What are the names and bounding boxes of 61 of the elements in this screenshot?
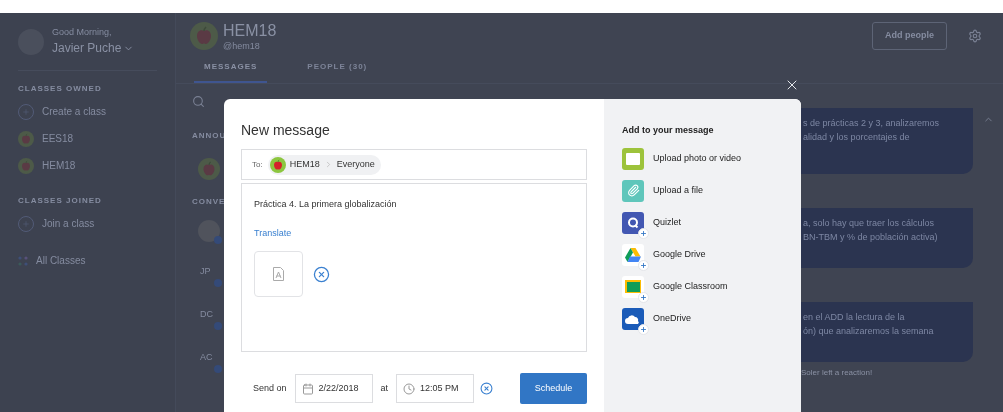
attach-option[interactable]: Google Classroom <box>622 275 801 304</box>
plus-badge-icon <box>638 259 649 271</box>
class-avatar-icon <box>18 130 34 147</box>
attach-option[interactable]: Google Drive <box>622 243 801 272</box>
attach-option[interactable]: Quizlet <box>622 211 801 240</box>
modal-title: New message <box>241 121 331 140</box>
message-text: ón) que analizaremos la semana <box>803 325 935 338</box>
grid-dots-icon <box>18 255 28 266</box>
class-name: HEM18 <box>289 157 320 171</box>
to-label: To: <box>252 158 263 171</box>
initials-avatar: JP <box>200 266 211 277</box>
send-on-label: Send on <box>253 381 287 395</box>
attach-option[interactable]: Upload a file <box>622 179 801 208</box>
attachment-thumbnail[interactable] <box>254 251 303 297</box>
apple-avatar-icon <box>269 156 286 173</box>
date-field[interactable]: 2/22/2018 <box>294 374 373 403</box>
class-handle: @hem18 <box>223 40 261 53</box>
recipient-field[interactable]: To: HEM18 Everyone <box>241 149 587 180</box>
pdf-file-icon <box>273 267 284 281</box>
picture-icon <box>622 147 644 170</box>
class-avatar-icon <box>198 158 220 180</box>
attach-option[interactable]: Upload photo or video <box>622 147 801 176</box>
message-text: a, solo hay que traer los cálculos <box>803 217 936 230</box>
panel-title: Add to your message <box>622 124 715 137</box>
section-heading: CLASSES OWNED <box>18 83 103 95</box>
schedule-button[interactable]: Schedule <box>520 373 587 404</box>
message-text: Práctica 4. La primera globalización <box>254 198 398 211</box>
message-text: alidad y los porcentajes de <box>803 131 911 144</box>
settings-icon <box>968 29 982 43</box>
avatar-photo-placeholder <box>198 220 220 242</box>
section-heading: CLASSES JOINED <box>18 195 103 207</box>
remove-attachment-icon[interactable] <box>313 265 330 283</box>
cloud-icon <box>622 307 644 330</box>
translate-link[interactable]: Translate <box>254 226 574 240</box>
at-label: at <box>380 381 389 395</box>
greeting-text: Good Morning, <box>52 25 113 39</box>
initials-avatar: DC <box>200 309 213 320</box>
quizlet-logo-icon <box>622 211 644 234</box>
plus-badge-icon <box>638 291 649 303</box>
message-text: en el ADD la lectura de la <box>803 311 906 324</box>
message-text: BN-TBM y % de población activa) <box>803 231 939 244</box>
search-icon <box>192 95 205 108</box>
time-field[interactable]: 12:05 PM <box>396 374 475 403</box>
calendar-icon <box>301 382 314 395</box>
message-body-field[interactable]: Práctica 4. La primera globalización Translate <box>241 183 587 352</box>
plus-badge-icon <box>638 227 649 239</box>
message-text: s de prácticas 2 y 3, analizaremos <box>803 117 941 130</box>
classroom-board-icon <box>622 275 644 298</box>
section-label: CONVE <box>192 196 225 208</box>
class-avatar-icon <box>18 157 34 174</box>
paperclip-icon <box>622 179 644 202</box>
initials-avatar: AC <box>200 352 213 363</box>
plus-badge-icon <box>638 323 649 335</box>
recipient-chip[interactable]: HEM18 Everyone <box>267 154 381 175</box>
class-name: HEM18 <box>223 22 277 40</box>
clear-schedule-icon[interactable] <box>480 382 494 395</box>
clock-icon <box>403 382 416 395</box>
class-avatar-icon <box>190 22 218 50</box>
attach-option[interactable]: OneDrive <box>622 307 801 336</box>
reaction-text: Soler left a reaction! <box>801 367 874 379</box>
group-name: Everyone <box>336 157 375 171</box>
